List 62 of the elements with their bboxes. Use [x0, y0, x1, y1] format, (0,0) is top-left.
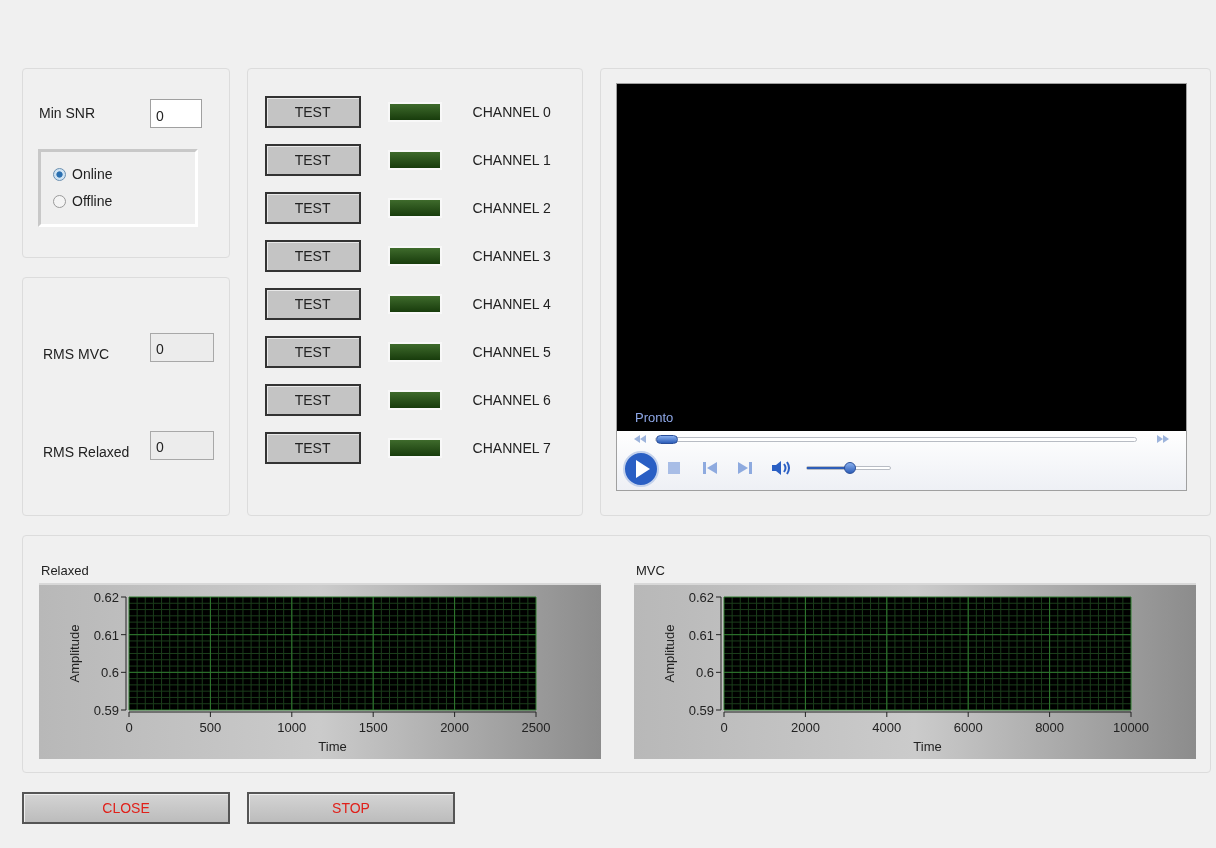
test-button[interactable]: TEST	[264, 384, 361, 416]
rms-label: RMS Relaxed	[43, 443, 130, 462]
rms-label: RMS MVC	[43, 345, 110, 364]
test-button[interactable]: TEST	[264, 240, 361, 272]
tick-label: 0.61	[688, 627, 714, 643]
tick-label: 4000	[872, 720, 902, 735]
tick-label: 0	[125, 720, 133, 735]
status-text: Pronto	[635, 408, 674, 427]
test-button[interactable]: TEST	[264, 96, 361, 128]
axis-title: Amplitude	[662, 624, 677, 683]
test-button[interactable]: TEST	[264, 336, 361, 368]
channel-label: CHANNEL 4	[472, 294, 551, 314]
min-snr-field[interactable]: 0	[150, 99, 202, 128]
channel-label: CHANNEL 7	[472, 438, 551, 458]
radio-option[interactable]: Offline	[53, 191, 195, 212]
seek-track[interactable]	[655, 437, 1137, 442]
channel-label: CHANNEL 0	[472, 102, 551, 122]
tick-label: 0	[720, 720, 728, 735]
axis-title: Time	[318, 739, 347, 754]
tick-label: 8000	[1035, 720, 1065, 735]
radio-option[interactable]: Online	[53, 164, 195, 185]
channel-label: CHANNEL 5	[472, 342, 551, 362]
play-icon[interactable]	[623, 451, 659, 487]
tick-label: 2000	[440, 720, 470, 735]
tick-label: 0.62	[93, 590, 119, 605]
tick-label: 1000	[277, 720, 307, 735]
volume-thumb[interactable]	[843, 462, 856, 474]
previous-icon[interactable]	[703, 462, 717, 474]
tick-label: 2500	[521, 720, 551, 735]
tick-label: 1500	[358, 720, 388, 735]
tick-label: 0.61	[93, 627, 119, 643]
rms-value-field: 0	[150, 431, 214, 460]
next-icon[interactable]	[738, 462, 752, 474]
tick-label: 0.62	[688, 590, 714, 605]
rms-value-field: 0	[150, 333, 214, 362]
test-button[interactable]: TEST	[264, 144, 361, 176]
tick-label: 6000	[953, 720, 983, 735]
volume-icon[interactable]	[772, 460, 792, 476]
tick-label: 2000	[790, 720, 820, 735]
test-button[interactable]: TEST	[264, 192, 361, 224]
rewind-icon[interactable]	[634, 435, 646, 443]
tick-label: 0.6	[100, 665, 119, 681]
chart-title: Relaxed	[40, 562, 90, 580]
axis-title: Time	[913, 739, 942, 754]
test-button[interactable]: TEST	[264, 288, 361, 320]
chart-title: MVC	[635, 562, 666, 580]
tick-label: 10000	[1112, 720, 1150, 735]
min-snr-label: Min SNR	[39, 104, 95, 123]
tick-label: 500	[199, 720, 222, 735]
test-button[interactable]: TEST	[264, 432, 361, 464]
channel-label: CHANNEL 2	[472, 198, 551, 218]
radio-button[interactable]	[53, 168, 66, 181]
seek-thumb[interactable]	[656, 435, 678, 444]
tick-label: 0.59	[688, 703, 714, 718]
axis-title: Amplitude	[67, 624, 82, 683]
channel-label: CHANNEL 1	[472, 150, 551, 170]
tick-label: 0.59	[93, 703, 119, 718]
radio-button[interactable]	[53, 195, 66, 208]
fast-forward-icon[interactable]	[1157, 435, 1169, 443]
channel-label: CHANNEL 6	[472, 390, 551, 410]
tick-label: 0.6	[695, 665, 714, 681]
channel-label: CHANNEL 3	[472, 246, 551, 266]
